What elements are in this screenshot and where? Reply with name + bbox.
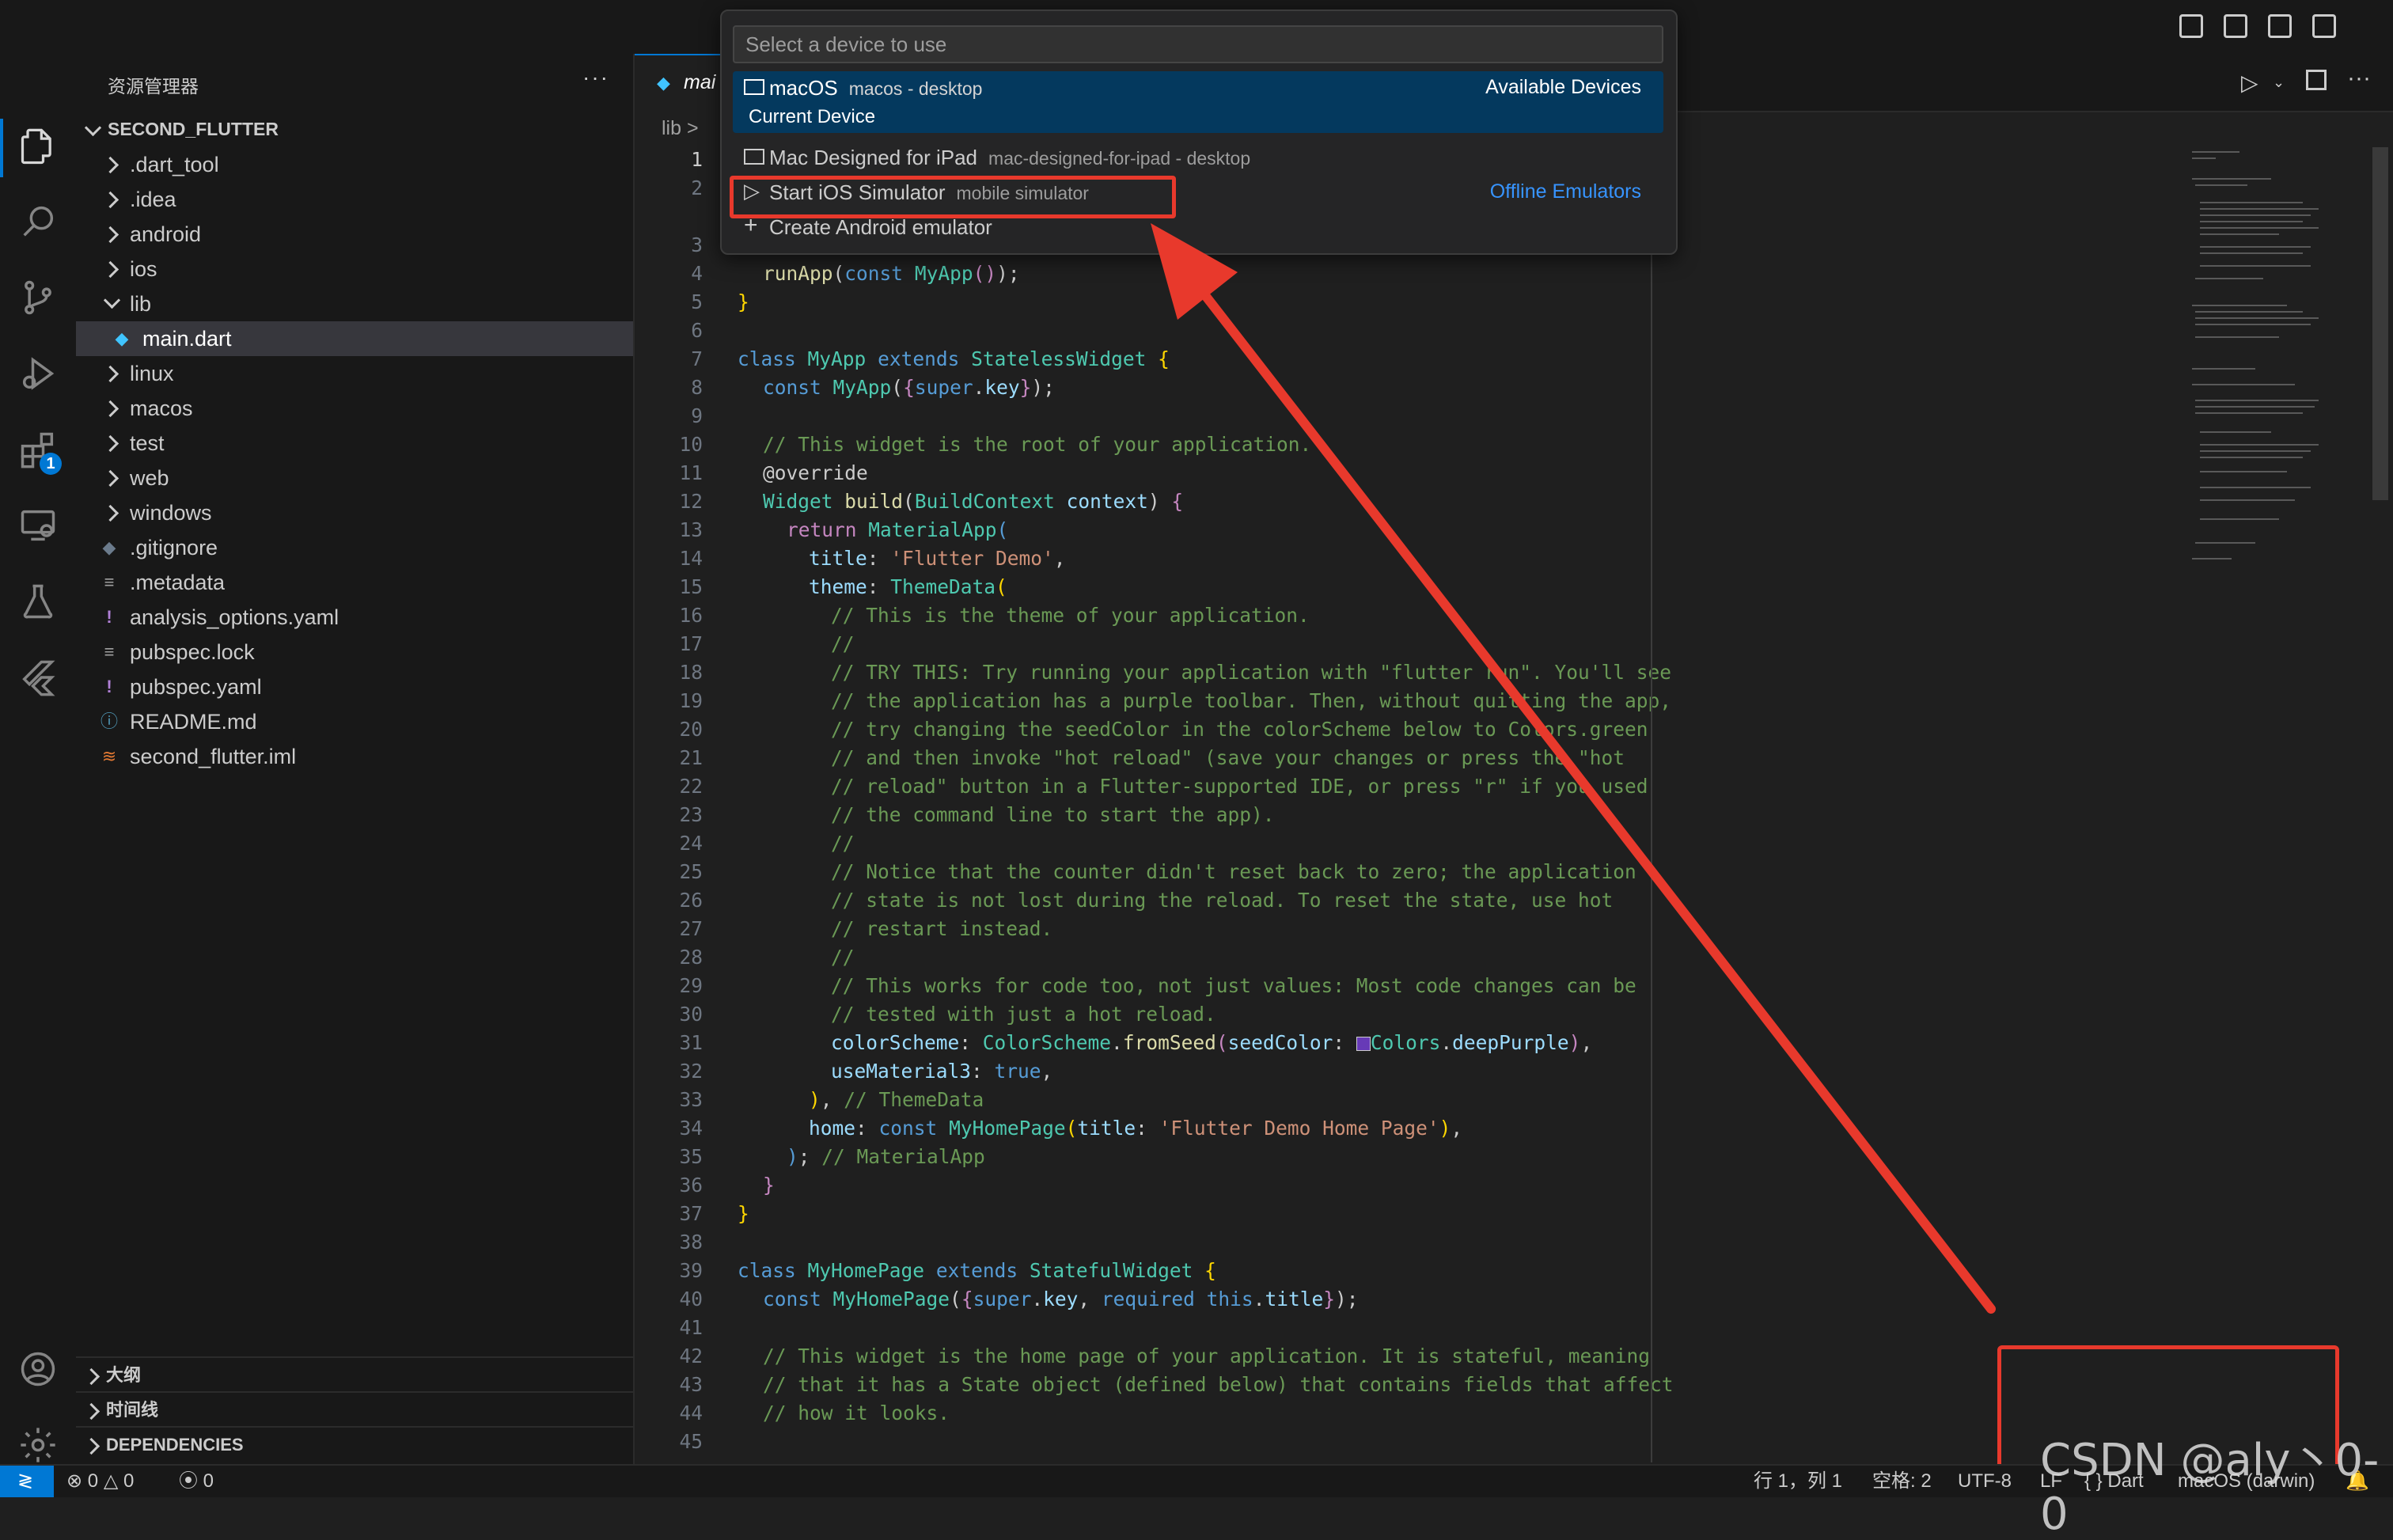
warning-count: 0: [123, 1470, 135, 1492]
annotation-arrow: [1151, 223, 1996, 1314]
broadcast-icon: ⦿: [179, 1470, 198, 1492]
status-bar: ≷ ⊗ 0 △ 0 ⦿ 0 行 1，列 1 空格: 2 UTF-8 LF { }…: [0, 1464, 2393, 1497]
error-count: 0: [87, 1470, 99, 1492]
remote-icon: ≷: [17, 1470, 34, 1492]
ports-count: 0: [203, 1470, 214, 1492]
cursor-position[interactable]: 行 1，列 1: [1754, 1466, 1842, 1497]
error-icon: ⊗: [66, 1470, 83, 1492]
warning-icon: △: [103, 1470, 119, 1492]
ports-indicator[interactable]: ⦿ 0: [179, 1466, 214, 1497]
encoding[interactable]: UTF-8: [1958, 1466, 2012, 1497]
problems-indicator[interactable]: ⊗ 0 △ 0: [66, 1466, 134, 1497]
remote-indicator[interactable]: ≷: [0, 1466, 54, 1497]
indentation[interactable]: 空格: 2: [1872, 1466, 1932, 1497]
watermark: CSDN @aly丶0-0: [2040, 1435, 2380, 1540]
